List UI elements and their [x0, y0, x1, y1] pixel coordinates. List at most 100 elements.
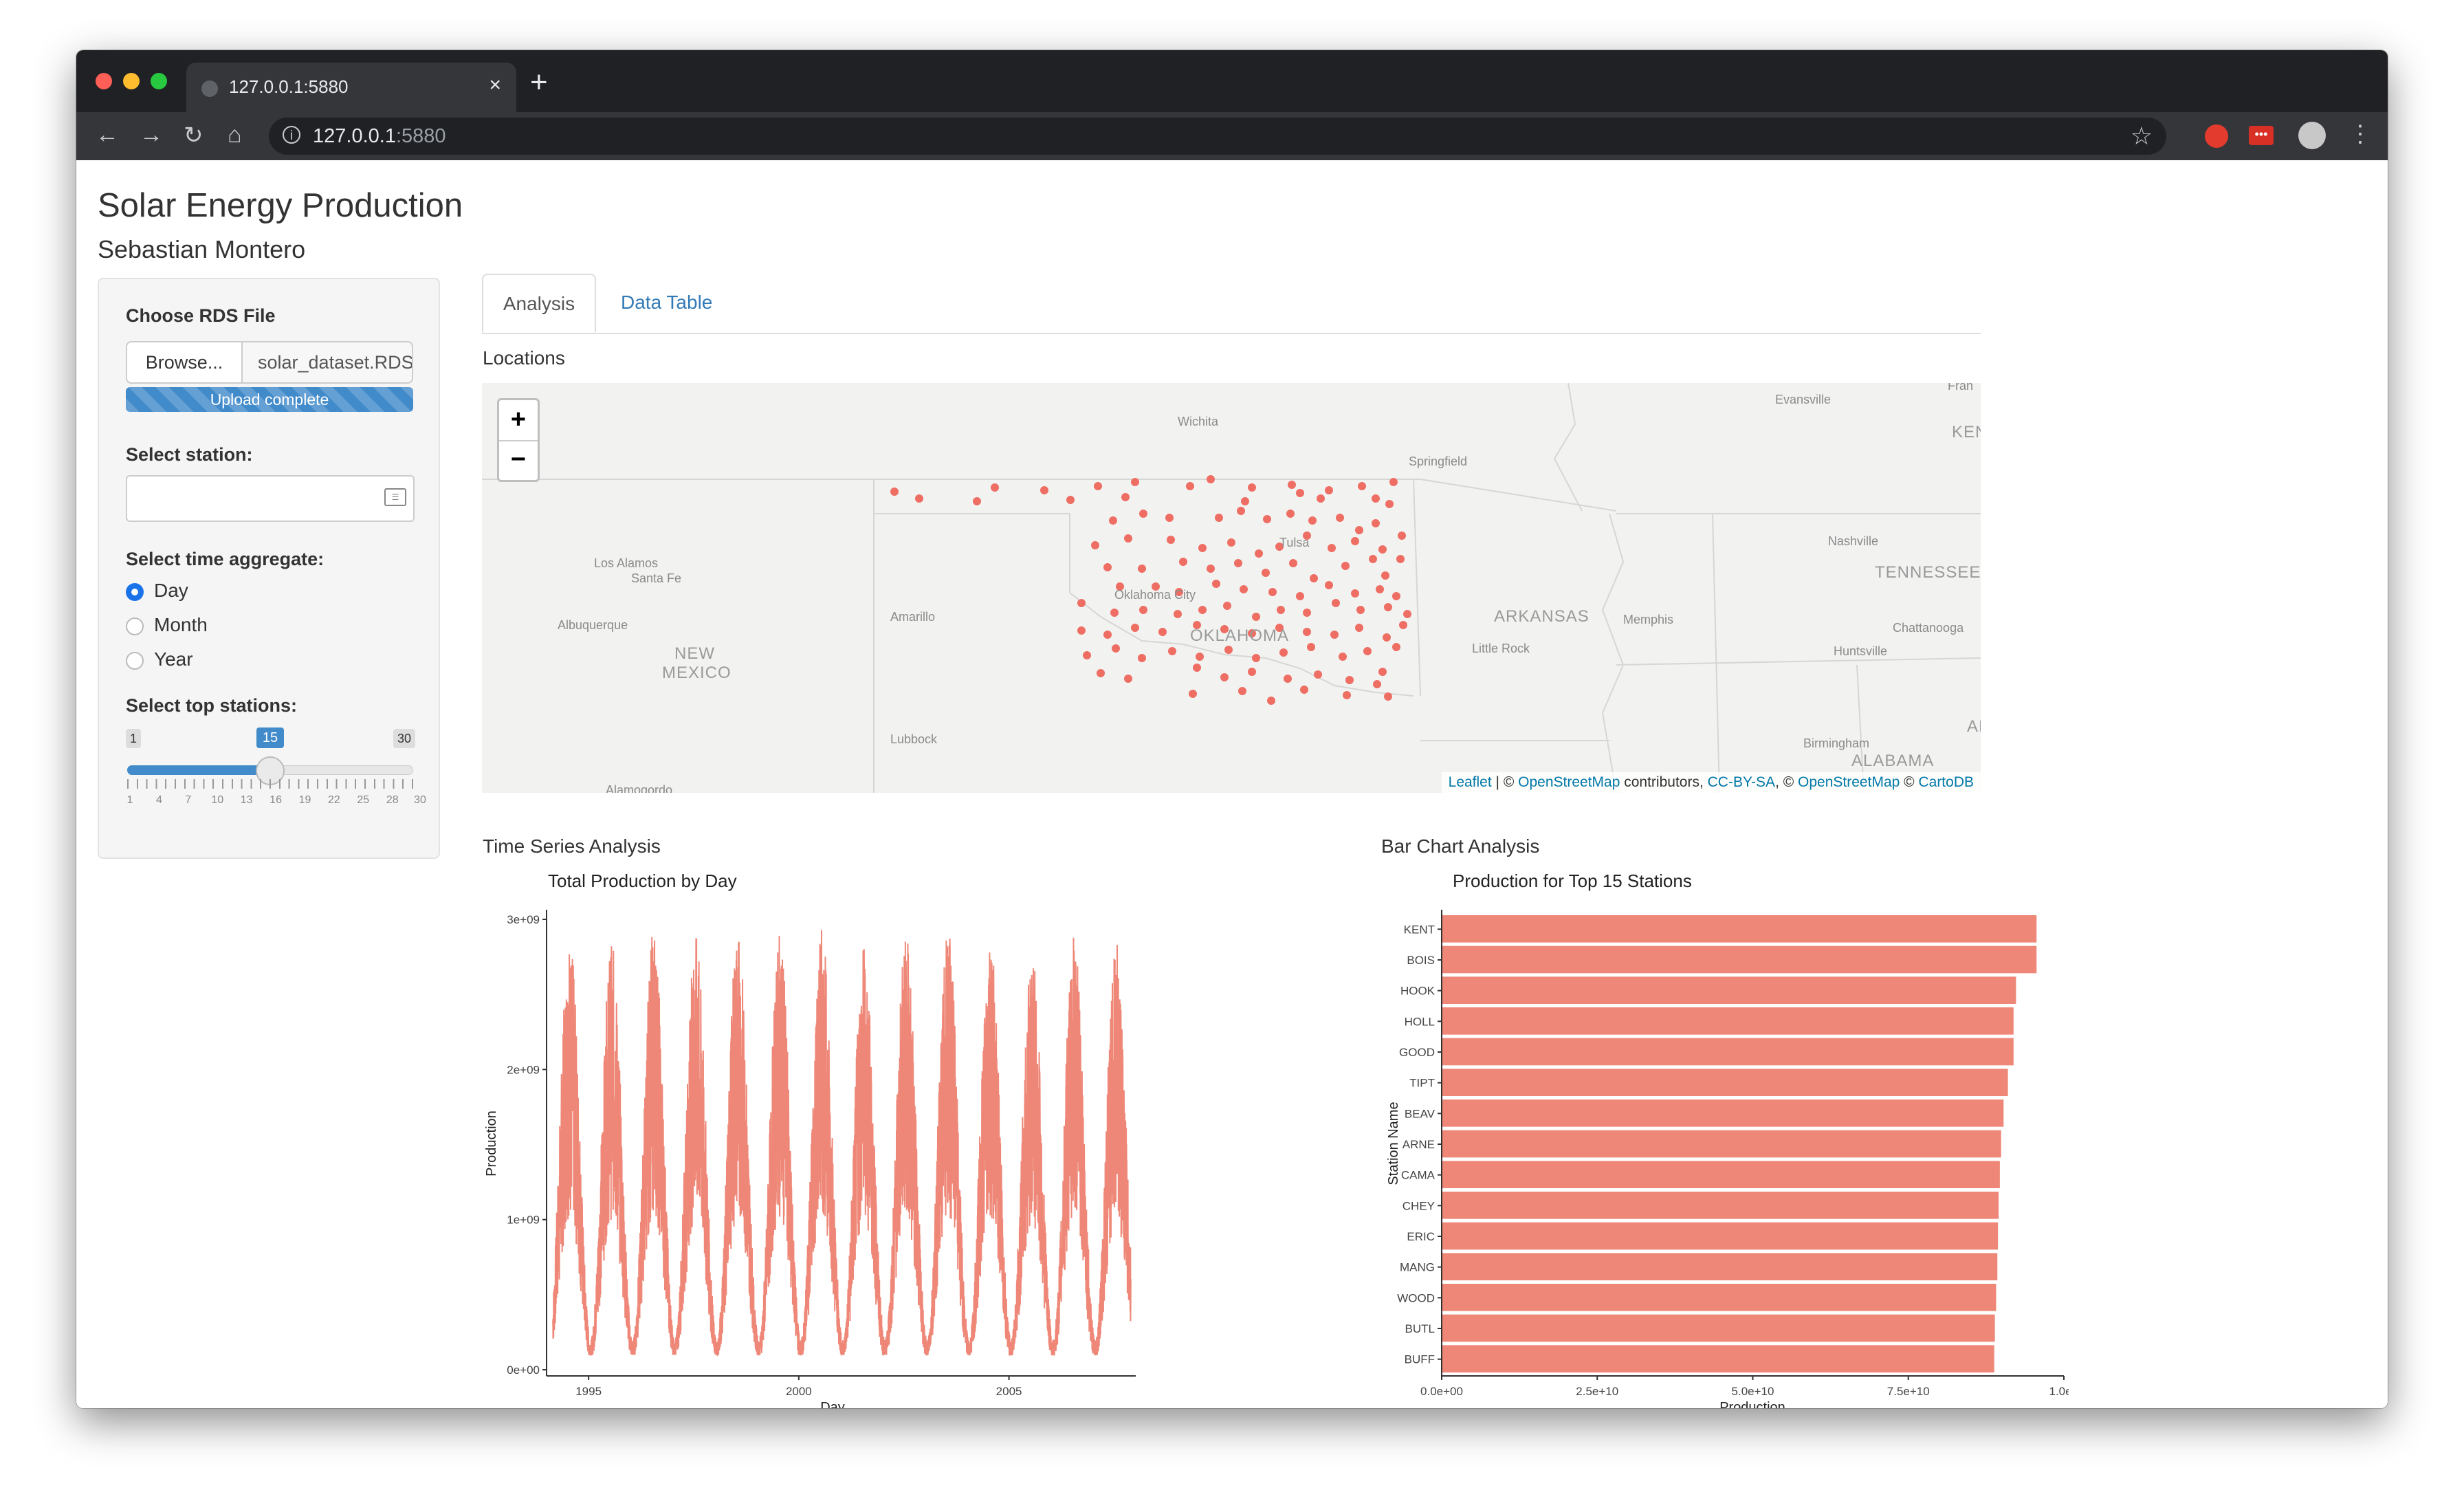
radio-button[interactable] — [126, 652, 144, 670]
station-marker[interactable] — [1286, 510, 1295, 518]
station-marker[interactable] — [1139, 510, 1147, 518]
station-marker[interactable] — [1300, 686, 1308, 694]
station-marker[interactable] — [1381, 571, 1389, 580]
station-marker[interactable] — [1373, 680, 1381, 688]
station-marker[interactable] — [973, 497, 981, 505]
bookmark-star-icon[interactable]: ☆ — [2131, 122, 2153, 151]
station-marker[interactable] — [1158, 628, 1167, 636]
address-bar[interactable]: i 127.0.0.1:5880 ☆ — [269, 118, 2166, 155]
station-marker[interactable] — [1284, 675, 1292, 683]
station-marker[interactable] — [1398, 532, 1406, 540]
station-marker[interactable] — [1303, 609, 1311, 617]
station-marker[interactable] — [1356, 606, 1365, 614]
station-select[interactable]: ☰ — [126, 475, 415, 522]
station-marker[interactable] — [1328, 544, 1336, 552]
station-marker[interactable] — [1372, 519, 1380, 527]
station-marker[interactable] — [1336, 514, 1344, 522]
station-marker[interactable] — [1234, 559, 1242, 567]
zoom-out-button[interactable]: − — [499, 440, 538, 480]
close-window-button[interactable] — [96, 73, 112, 89]
station-marker[interactable] — [1289, 559, 1297, 567]
station-marker[interactable] — [1207, 565, 1215, 573]
station-marker[interactable] — [1077, 599, 1086, 607]
station-marker[interactable] — [1332, 599, 1340, 607]
station-marker[interactable] — [1110, 609, 1119, 617]
map-widget[interactable]: Wichita Springfield Evansville KEN Fran … — [482, 383, 1981, 793]
station-marker[interactable] — [1389, 478, 1398, 486]
station-marker[interactable] — [1252, 654, 1260, 662]
station-marker[interactable] — [1307, 643, 1315, 651]
station-marker[interactable] — [1077, 626, 1086, 635]
profile-avatar[interactable] — [2298, 122, 2326, 149]
tab-data-table[interactable]: Data Table — [621, 274, 712, 333]
station-marker[interactable] — [1121, 493, 1130, 501]
station-marker[interactable] — [890, 488, 899, 496]
station-marker[interactable] — [1131, 624, 1139, 632]
tab-analysis[interactable]: Analysis — [482, 274, 596, 333]
station-marker[interactable] — [1339, 653, 1347, 661]
station-marker[interactable] — [1262, 569, 1270, 577]
radio-button-checked[interactable] — [126, 583, 144, 601]
station-marker[interactable] — [1268, 588, 1277, 596]
station-marker[interactable] — [1310, 574, 1318, 582]
station-marker[interactable] — [915, 494, 923, 503]
station-marker[interactable] — [1369, 555, 1377, 563]
station-marker[interactable] — [1343, 691, 1351, 699]
station-marker[interactable] — [1097, 669, 1105, 677]
station-marker[interactable] — [1355, 624, 1363, 632]
browse-button[interactable]: Browse... — [126, 341, 243, 384]
station-marker[interactable] — [1124, 675, 1132, 683]
osm-link[interactable]: OpenStreetMap — [1518, 774, 1620, 790]
cc-by-sa-link[interactable]: CC-BY-SA — [1708, 774, 1775, 790]
station-marker[interactable] — [991, 483, 999, 492]
station-marker[interactable] — [1351, 537, 1359, 545]
station-marker[interactable] — [1345, 676, 1354, 684]
station-marker[interactable] — [1363, 647, 1372, 655]
station-marker[interactable] — [1351, 589, 1359, 598]
cartodb-link[interactable]: CartoDB — [1918, 774, 1974, 790]
station-marker[interactable] — [1392, 643, 1400, 651]
station-marker[interactable] — [1237, 507, 1245, 515]
station-marker[interactable] — [1314, 670, 1322, 679]
station-marker[interactable] — [1138, 654, 1146, 662]
station-marker[interactable] — [1355, 526, 1363, 534]
station-marker[interactable] — [1112, 644, 1120, 653]
back-arrow-icon[interactable]: ← — [96, 122, 119, 149]
station-marker[interactable] — [1248, 668, 1256, 676]
station-marker[interactable] — [1109, 516, 1117, 525]
station-marker[interactable] — [1193, 664, 1201, 672]
browser-tab[interactable]: 127.0.0.1:5880 × — [186, 63, 516, 112]
station-marker[interactable] — [1385, 500, 1394, 508]
station-marker[interactable] — [1227, 538, 1235, 547]
maximize-window-button[interactable] — [151, 73, 167, 89]
station-marker[interactable] — [1174, 610, 1182, 618]
station-marker[interactable] — [1303, 628, 1311, 636]
station-marker[interactable] — [1279, 648, 1288, 657]
station-marker[interactable] — [1341, 562, 1350, 570]
station-marker[interactable] — [1378, 545, 1387, 554]
extension-adblock-icon[interactable] — [2205, 124, 2228, 148]
station-marker[interactable] — [1248, 483, 1256, 492]
station-marker[interactable] — [1240, 585, 1248, 593]
station-marker[interactable] — [1330, 631, 1339, 639]
station-marker[interactable] — [1103, 563, 1112, 571]
close-icon[interactable]: × — [489, 74, 501, 97]
station-marker[interactable] — [1094, 482, 1102, 490]
station-marker[interactable] — [1179, 558, 1187, 566]
station-marker[interactable] — [1215, 514, 1223, 522]
station-marker[interactable] — [1263, 515, 1271, 523]
zoom-in-button[interactable]: + — [499, 400, 538, 441]
home-icon[interactable]: ⌂ — [228, 122, 242, 149]
station-marker[interactable] — [1267, 697, 1275, 705]
station-marker[interactable] — [1066, 496, 1075, 504]
station-marker[interactable] — [1165, 514, 1174, 522]
extension-password-icon[interactable]: ••• — [2249, 126, 2274, 145]
station-marker[interactable] — [1207, 475, 1215, 483]
station-marker[interactable] — [1255, 549, 1263, 558]
station-marker[interactable] — [1186, 482, 1194, 490]
station-marker[interactable] — [1196, 653, 1204, 661]
station-marker[interactable] — [1223, 602, 1231, 610]
station-marker[interactable] — [1308, 516, 1317, 525]
station-marker[interactable] — [1296, 592, 1304, 600]
station-marker[interactable] — [1288, 481, 1296, 489]
